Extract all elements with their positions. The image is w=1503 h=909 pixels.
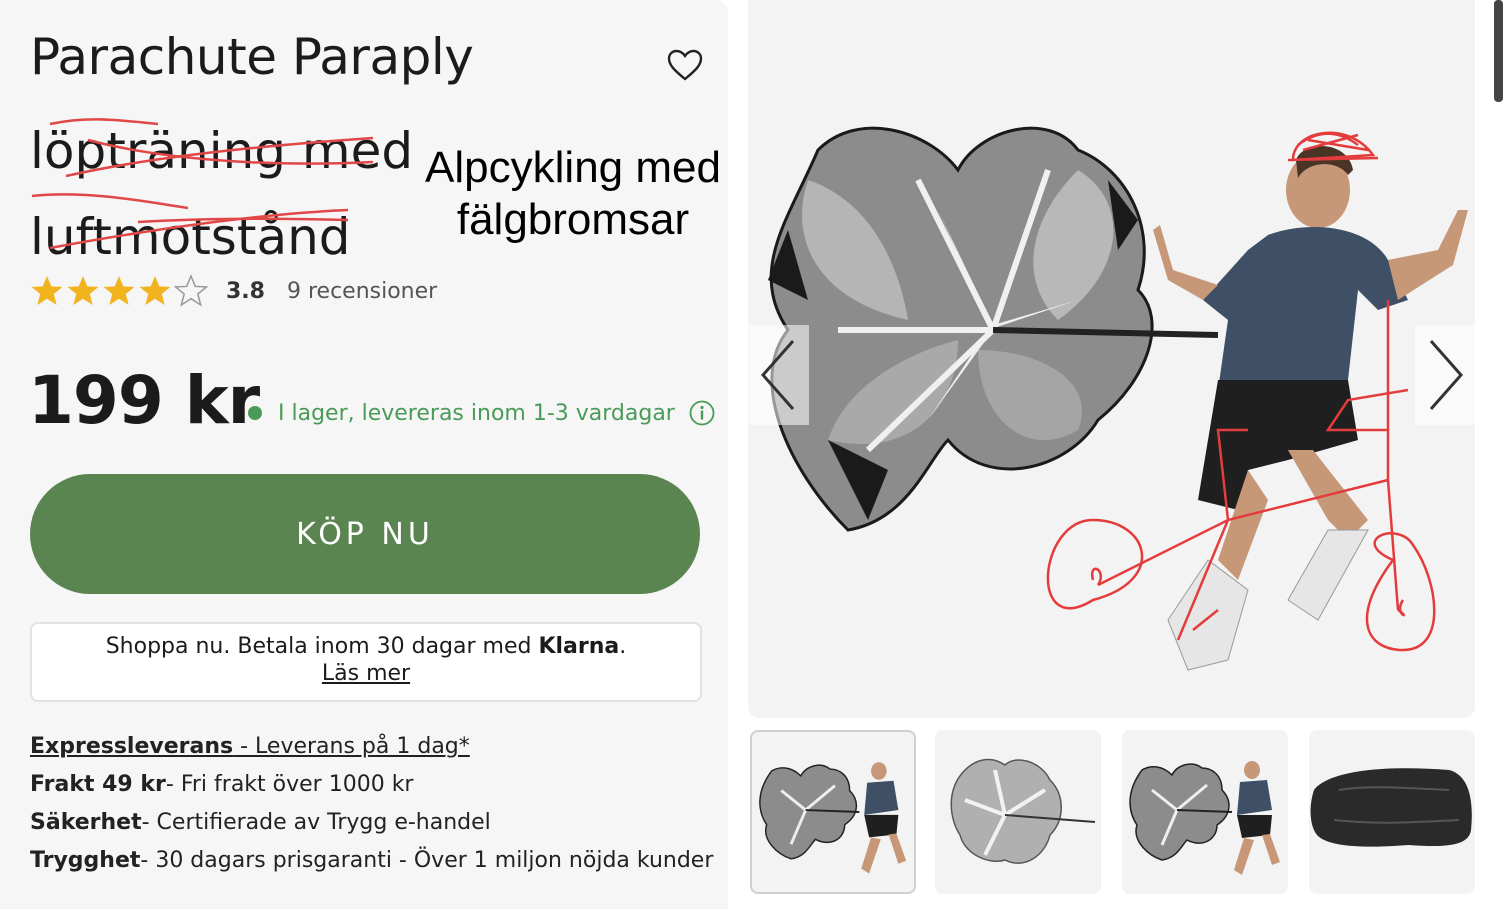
thumbnail-2[interactable] — [935, 730, 1101, 894]
info-text: - 30 dagars prisgaranti - Över 1 miljon … — [140, 848, 714, 873]
chevron-left-icon — [760, 340, 795, 410]
klarna-box: Shoppa nu. Betala inom 30 dagar med Klar… — [30, 622, 702, 702]
star-rating — [30, 274, 210, 308]
rating: 3.8 9 recensioner — [30, 274, 437, 308]
rating-value: 3.8 — [226, 278, 265, 304]
stock-status: I lager, levereras inom 1-3 vardagar — [248, 400, 715, 426]
info-label: Expressleverans — [30, 734, 234, 759]
klarna-suffix: . — [619, 634, 627, 659]
thumbnail-3[interactable] — [1122, 730, 1288, 894]
thumbnail-parachute-closeup — [950, 758, 1096, 864]
klarna-text: Shoppa nu. Betala inom 30 dagar med Klar… — [32, 634, 700, 659]
security-info: Säkerhet- Certifierade av Trygg e-handel — [30, 804, 713, 842]
heart-icon[interactable] — [666, 48, 704, 82]
product-info-panel: Parachute Paraply löpträning med luftmot… — [0, 0, 728, 909]
star-icon — [103, 276, 135, 305]
handwritten-annotation: Alpcykling med fälgbromsar — [425, 143, 721, 244]
star-icon — [31, 276, 63, 305]
stock-text: I lager, levereras inom 1-3 vardagar — [278, 400, 675, 426]
klarna-message: Shoppa nu. Betala inom 30 dagar med — [105, 634, 539, 659]
stock-dot-icon — [248, 406, 262, 420]
price: 199 kr — [28, 362, 260, 439]
thumbnail-bag-image — [1310, 768, 1472, 847]
info-label: Frakt 49 kr — [30, 772, 166, 797]
info-text: - Leverans på 1 dag* — [233, 734, 470, 759]
thumbnail-4[interactable] — [1309, 730, 1475, 894]
reviews-link[interactable]: 9 recensioner — [287, 279, 437, 304]
product-photo — [768, 126, 1468, 671]
star-empty-icon — [174, 274, 208, 307]
main-product-image[interactable] — [748, 0, 1475, 718]
previous-image-button[interactable] — [749, 325, 809, 425]
page-scrollbar[interactable] — [1494, 0, 1503, 102]
next-image-button[interactable] — [1415, 325, 1475, 425]
info-list: Expressleverans - Leverans på 1 dag* Fra… — [30, 728, 713, 880]
info-text: - Fri frakt över 1000 kr — [165, 772, 414, 797]
product-title: Parachute Paraply — [30, 28, 474, 86]
guarantee-info: Trygghet- 30 dagars prisgaranti - Över 1… — [30, 842, 713, 880]
star-icon — [67, 276, 99, 305]
shipping-info: Frakt 49 kr- Fri frakt över 1000 kr — [30, 766, 713, 804]
express-delivery-link[interactable]: Expressleverans - Leverans på 1 dag* — [30, 728, 713, 766]
info-icon[interactable] — [689, 400, 715, 426]
product-subtitle: löpträning med luftmotstånd — [30, 122, 414, 266]
buy-now-button[interactable]: KÖP NU — [30, 474, 700, 594]
thumbnail-runner-image — [759, 762, 907, 874]
chevron-right-icon — [1429, 340, 1464, 410]
read-more-link[interactable]: Läs mer — [322, 661, 410, 686]
klarna-logo: Klarna — [538, 634, 620, 659]
star-icon — [139, 276, 171, 305]
thumbnail-runner-image — [1129, 761, 1280, 875]
info-label: Trygghet — [30, 848, 141, 873]
info-label: Säkerhet — [30, 810, 142, 835]
parachute-illustration — [768, 126, 1154, 532]
info-text: - Certifierade av Trygg e-handel — [141, 810, 491, 835]
thumbnail-1[interactable] — [750, 730, 916, 894]
